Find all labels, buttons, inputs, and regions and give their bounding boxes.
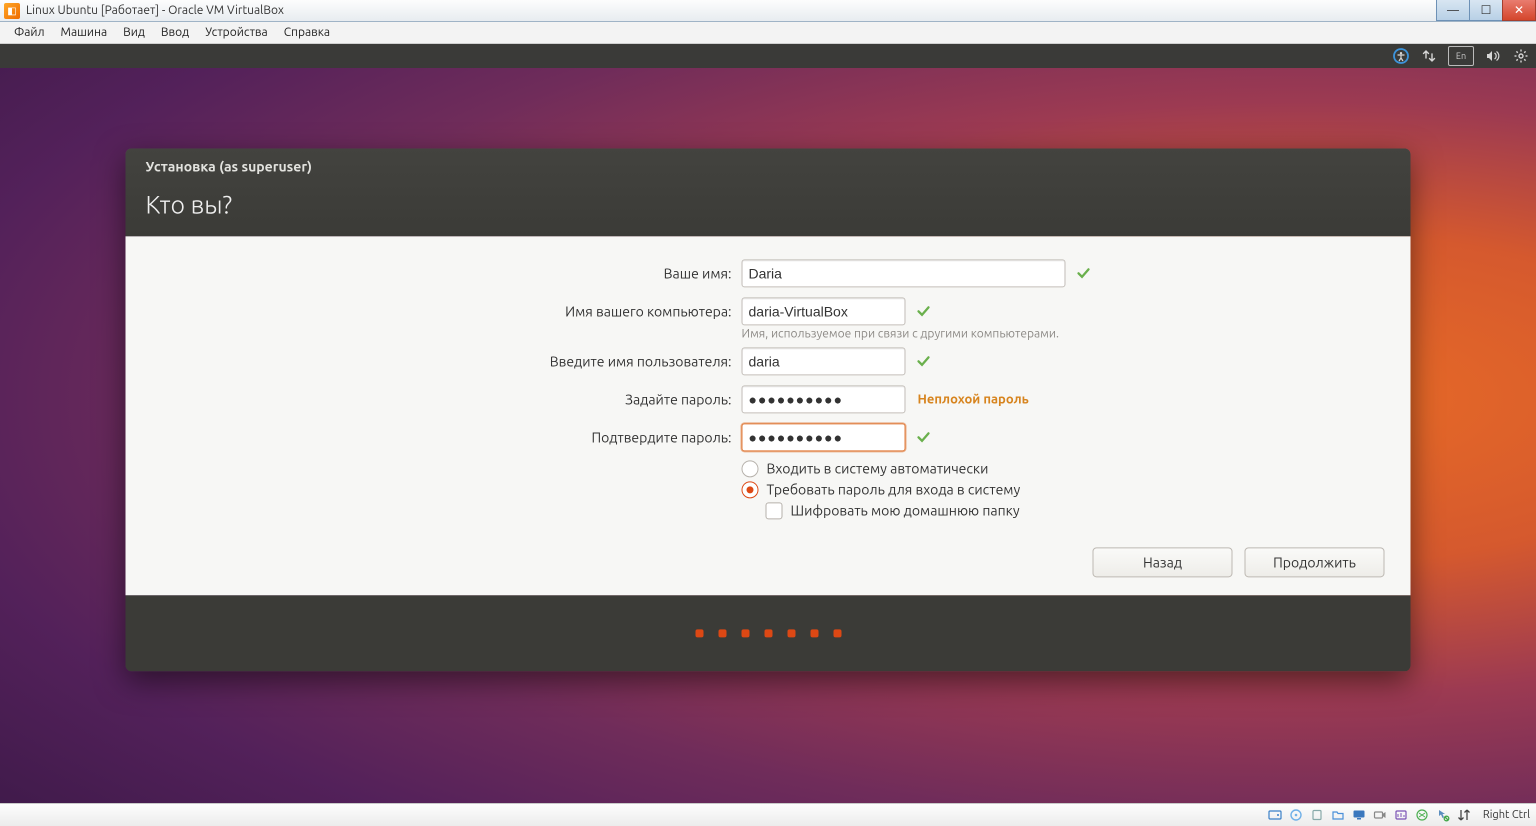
installer-body: Ваше имя: Имя вашего компьютера: Имя, ис… xyxy=(126,236,1411,595)
option-require-password-label: Требовать пароль для входа в систему xyxy=(767,481,1021,497)
status-optical-icon[interactable] xyxy=(1288,807,1304,823)
label-username: Введите имя пользователя: xyxy=(152,353,742,369)
installer-caption: Установка (as superuser) xyxy=(146,158,1391,174)
progress-dot xyxy=(810,629,818,637)
window-title: Linux Ubuntu [Работает] - Oracle VM Virt… xyxy=(26,4,284,17)
input-username[interactable] xyxy=(742,347,906,375)
menu-help[interactable]: Справка xyxy=(276,24,338,41)
radio-icon xyxy=(742,481,759,498)
progress-dot xyxy=(833,629,841,637)
status-display-icon[interactable] xyxy=(1351,807,1367,823)
virtualbox-status-bar: Right Ctrl xyxy=(0,803,1536,826)
maximize-button[interactable]: ☐ xyxy=(1469,0,1503,21)
option-auto-login-label: Входить в систему автоматически xyxy=(767,460,989,476)
menu-view[interactable]: Вид xyxy=(115,24,153,41)
checkbox-icon xyxy=(766,502,783,519)
menu-input[interactable]: Ввод xyxy=(153,24,197,41)
computer-name-hint: Имя, используемое при связи с другими ко… xyxy=(742,327,1385,340)
progress-dot xyxy=(695,629,703,637)
progress-dot xyxy=(741,629,749,637)
status-mouse-integration-icon[interactable] xyxy=(1435,807,1451,823)
status-keyboard-captured-icon[interactable] xyxy=(1456,807,1472,823)
progress-dot xyxy=(718,629,726,637)
progress-dot xyxy=(764,629,772,637)
input-password[interactable] xyxy=(742,385,906,413)
input-computer-name[interactable] xyxy=(742,297,906,325)
guest-screen: En Установка (as superuser) Кто вы? Ваше… xyxy=(0,44,1536,803)
gear-icon[interactable] xyxy=(1512,47,1530,65)
input-your-name[interactable] xyxy=(742,259,1066,287)
back-button[interactable]: Назад xyxy=(1093,547,1233,577)
volume-icon[interactable] xyxy=(1484,47,1502,65)
label-your-name: Ваше имя: xyxy=(152,265,742,281)
window-controls: — ☐ ✕ xyxy=(1437,0,1536,21)
check-ok-icon xyxy=(916,303,932,319)
menu-file[interactable]: Файл xyxy=(6,24,53,41)
option-auto-login[interactable]: Входить в систему автоматически xyxy=(742,460,1385,477)
password-strength-label: Неплохой пароль xyxy=(918,392,1029,406)
option-encrypt-home-label: Шифровать мою домашнюю папку xyxy=(791,502,1020,518)
close-button[interactable]: ✕ xyxy=(1502,0,1536,21)
input-confirm-password[interactable] xyxy=(742,423,906,451)
installer-progress-dots xyxy=(126,595,1411,671)
status-audio-icon[interactable] xyxy=(1393,807,1409,823)
label-password: Задайте пароль: xyxy=(152,391,742,407)
status-shared-folders-icon[interactable] xyxy=(1330,807,1346,823)
label-confirm-password: Подтвердите пароль: xyxy=(152,429,742,445)
radio-icon xyxy=(742,460,759,477)
progress-dot xyxy=(787,629,795,637)
virtualbox-icon: ◧ xyxy=(4,3,20,19)
menu-devices[interactable]: Устройства xyxy=(197,24,276,41)
check-ok-icon xyxy=(916,353,932,369)
continue-button[interactable]: Продолжить xyxy=(1245,547,1385,577)
installer-title: Кто вы? xyxy=(146,190,1391,218)
ubuntu-wallpaper: Установка (as superuser) Кто вы? Ваше им… xyxy=(0,68,1536,803)
option-require-password[interactable]: Требовать пароль для входа в систему xyxy=(742,481,1385,498)
accessibility-icon[interactable] xyxy=(1392,47,1410,65)
menu-machine[interactable]: Машина xyxy=(53,24,116,41)
check-ok-icon xyxy=(1076,265,1092,281)
network-icon[interactable] xyxy=(1420,47,1438,65)
host-key-indicator: Right Ctrl xyxy=(1483,809,1530,821)
status-network-icon[interactable] xyxy=(1414,807,1430,823)
virtualbox-menu-bar: Файл Машина Вид Ввод Устройства Справка xyxy=(0,22,1536,44)
status-recording-icon[interactable] xyxy=(1372,807,1388,823)
status-usb-icon[interactable] xyxy=(1309,807,1325,823)
ubuntu-top-panel: En xyxy=(0,44,1536,68)
minimize-button[interactable]: — xyxy=(1436,0,1470,21)
label-computer-name: Имя вашего компьютера: xyxy=(152,303,742,319)
installer-window: Установка (as superuser) Кто вы? Ваше им… xyxy=(126,148,1411,671)
status-hard-disk-icon[interactable] xyxy=(1267,807,1283,823)
window-title-bar: ◧ Linux Ubuntu [Работает] - Oracle VM Vi… xyxy=(0,0,1536,22)
keyboard-layout-indicator[interactable]: En xyxy=(1448,46,1474,66)
installer-header: Установка (as superuser) Кто вы? xyxy=(126,148,1411,236)
option-encrypt-home[interactable]: Шифровать мою домашнюю папку xyxy=(766,502,1385,519)
check-ok-icon xyxy=(916,429,932,445)
